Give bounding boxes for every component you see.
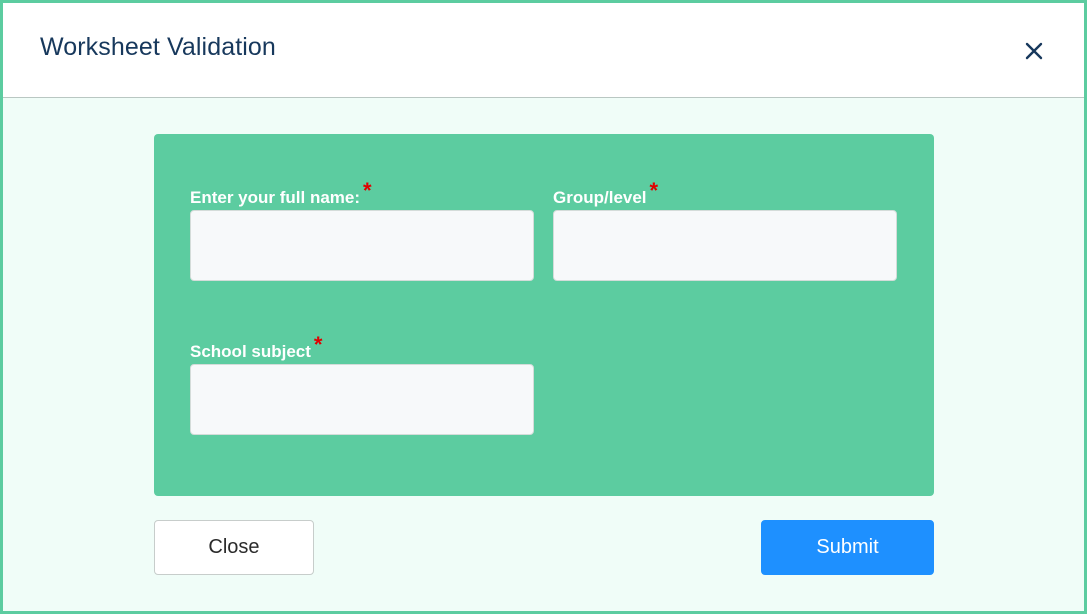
school-subject-label: School subject *	[190, 332, 322, 363]
school-subject-input[interactable]	[190, 364, 534, 435]
full-name-input[interactable]	[190, 210, 534, 281]
full-name-label-text: Enter your full name:	[190, 188, 361, 207]
school-subject-label-text: School subject	[190, 342, 311, 361]
required-asterisk: *	[313, 332, 323, 357]
group-level-input[interactable]	[553, 210, 897, 281]
close-icon[interactable]	[1022, 39, 1046, 63]
required-asterisk: *	[649, 178, 659, 203]
dialog-title: Worksheet Validation	[40, 33, 276, 61]
required-asterisk: *	[363, 178, 372, 203]
submit-button[interactable]: Submit	[761, 520, 934, 575]
dialog-header: Worksheet Validation	[3, 3, 1084, 98]
form-panel: Enter your full name: * Group/level * Scho…	[154, 134, 934, 496]
worksheet-validation-dialog: Worksheet Validation Enter your full nam…	[0, 0, 1087, 614]
close-button[interactable]: Close	[154, 520, 314, 575]
group-level-label: Group/level *	[553, 178, 658, 209]
full-name-label: Enter your full name: *	[190, 178, 372, 209]
group-level-label-text: Group/level	[553, 188, 647, 207]
